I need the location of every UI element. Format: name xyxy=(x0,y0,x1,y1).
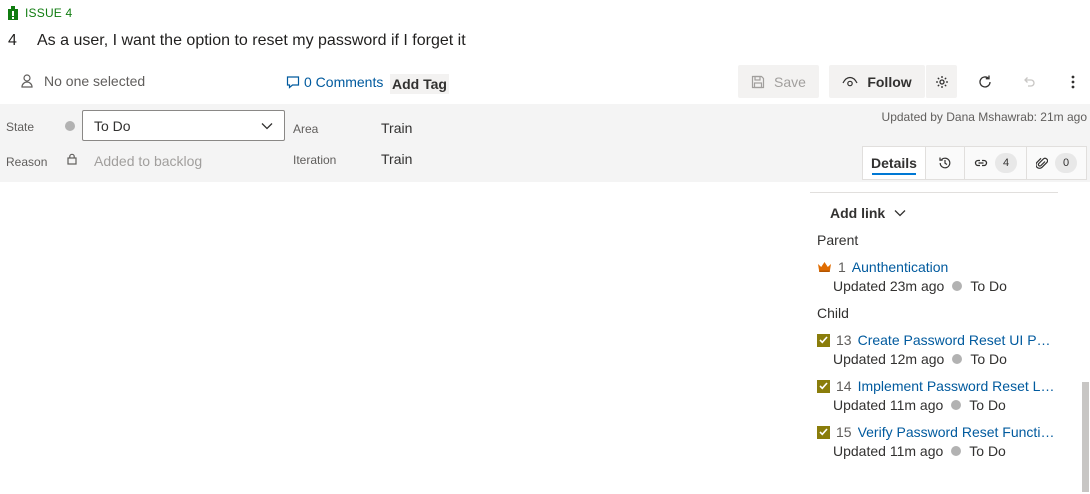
parent-id: 1 xyxy=(838,259,846,275)
updated-by-text[interactable]: Updated by Dana Mshawrab: 21m ago xyxy=(882,110,1087,124)
parent-updated: Updated 23m ago xyxy=(833,278,945,294)
state-dropdown[interactable]: To Do xyxy=(82,110,285,141)
add-link-label: Add link xyxy=(830,205,886,221)
chevron-down-icon xyxy=(261,122,273,130)
more-icon xyxy=(1071,75,1075,89)
tab-attachments[interactable]: 0 xyxy=(1026,146,1087,180)
lock-icon xyxy=(67,153,77,165)
tab-bar: Details 4 0 xyxy=(862,146,1087,180)
add-tag-button[interactable]: Add Tag xyxy=(390,74,449,94)
refresh-button[interactable] xyxy=(973,70,997,94)
active-tab-underline xyxy=(872,173,916,175)
parent-link-item: 1 Aunthentication Updated 23m ago To Do xyxy=(817,259,1057,294)
title-text[interactable]: As a user, I want the option to reset my… xyxy=(37,32,466,50)
reason-label: Reason xyxy=(6,155,48,169)
follow-settings-button[interactable] xyxy=(925,65,957,98)
child-title-link[interactable]: Verify Password Reset Functio... xyxy=(858,424,1057,440)
child-link-item: 14 Implement Password Reset Lo... Update… xyxy=(817,378,1057,413)
save-button[interactable]: Save xyxy=(738,65,819,98)
reason-value: Added to backlog xyxy=(94,153,203,169)
work-item-type: ISSUE 4 xyxy=(8,5,72,21)
person-icon xyxy=(20,74,34,88)
checkbox-icon xyxy=(817,379,830,393)
child-link-item: 13 Create Password Reset UI Page Updated… xyxy=(817,332,1057,367)
work-item-id: 4 xyxy=(8,32,17,49)
child-section-header: Child xyxy=(817,305,849,321)
scrollbar-thumb[interactable] xyxy=(1082,382,1089,492)
comments-link[interactable]: 0 Comments xyxy=(286,74,383,90)
parent-title-link[interactable]: Aunthentication xyxy=(852,259,949,275)
iteration-value[interactable]: Train xyxy=(381,151,412,167)
tab-history[interactable] xyxy=(925,146,964,180)
tab-details[interactable]: Details xyxy=(862,146,925,180)
child-updated: Updated 11m ago xyxy=(833,443,944,459)
links-count: 4 xyxy=(995,153,1017,173)
tab-links[interactable]: 4 xyxy=(964,146,1026,180)
attachments-count: 0 xyxy=(1055,153,1077,173)
link-icon xyxy=(974,158,988,168)
area-value[interactable]: Train xyxy=(381,120,412,136)
assignee-label: No one selected xyxy=(44,73,146,89)
child-title-link[interactable]: Implement Password Reset Lo... xyxy=(858,378,1057,394)
child-state: To Do xyxy=(969,443,1006,459)
history-icon xyxy=(938,156,952,170)
checkbox-icon xyxy=(817,425,830,439)
child-updated: Updated 11m ago xyxy=(833,397,944,413)
undo-icon xyxy=(1022,75,1036,89)
issue-icon xyxy=(8,6,18,20)
child-title-link[interactable]: Create Password Reset UI Page xyxy=(858,332,1057,348)
follow-button[interactable]: Follow xyxy=(829,65,925,98)
tab-details-label: Details xyxy=(871,155,917,171)
state-indicator xyxy=(952,281,963,291)
child-id: 14 xyxy=(836,378,852,394)
issue-tag-label[interactable]: ISSUE 4 xyxy=(25,6,72,20)
gear-icon xyxy=(935,75,949,89)
parent-section-header: Parent xyxy=(817,232,859,248)
panel-divider xyxy=(810,192,1058,193)
undo-button[interactable] xyxy=(1017,70,1041,94)
comment-icon xyxy=(286,75,300,89)
child-id: 15 xyxy=(836,424,852,440)
comments-label: 0 Comments xyxy=(304,74,384,90)
save-icon xyxy=(751,75,765,89)
iteration-label: Iteration xyxy=(293,153,337,167)
child-state: To Do xyxy=(969,397,1006,413)
state-indicator xyxy=(65,121,75,131)
checkbox-icon xyxy=(817,333,830,347)
state-value: To Do xyxy=(94,117,131,134)
state-indicator xyxy=(951,400,962,410)
eye-icon xyxy=(842,76,858,88)
state-indicator xyxy=(951,446,962,456)
state-label: State xyxy=(6,120,35,134)
follow-label: Follow xyxy=(867,73,912,90)
more-actions-button[interactable] xyxy=(1061,70,1085,94)
child-id: 13 xyxy=(836,332,852,348)
chevron-down-icon xyxy=(894,209,906,217)
crown-icon xyxy=(817,261,832,273)
child-link-item: 15 Verify Password Reset Functio... Upda… xyxy=(817,424,1057,459)
child-state: To Do xyxy=(970,351,1007,367)
assignee-picker[interactable]: No one selected xyxy=(20,72,145,90)
work-item-title[interactable]: 4 As a user, I want the option to reset … xyxy=(8,32,466,50)
area-label: Area xyxy=(293,122,319,136)
state-indicator xyxy=(952,354,963,364)
child-updated: Updated 12m ago xyxy=(833,351,945,367)
attachment-icon xyxy=(1036,156,1048,170)
parent-state: To Do xyxy=(970,278,1007,294)
save-label: Save xyxy=(774,73,806,90)
add-link-button[interactable]: Add link xyxy=(830,205,906,221)
refresh-icon xyxy=(977,74,993,90)
